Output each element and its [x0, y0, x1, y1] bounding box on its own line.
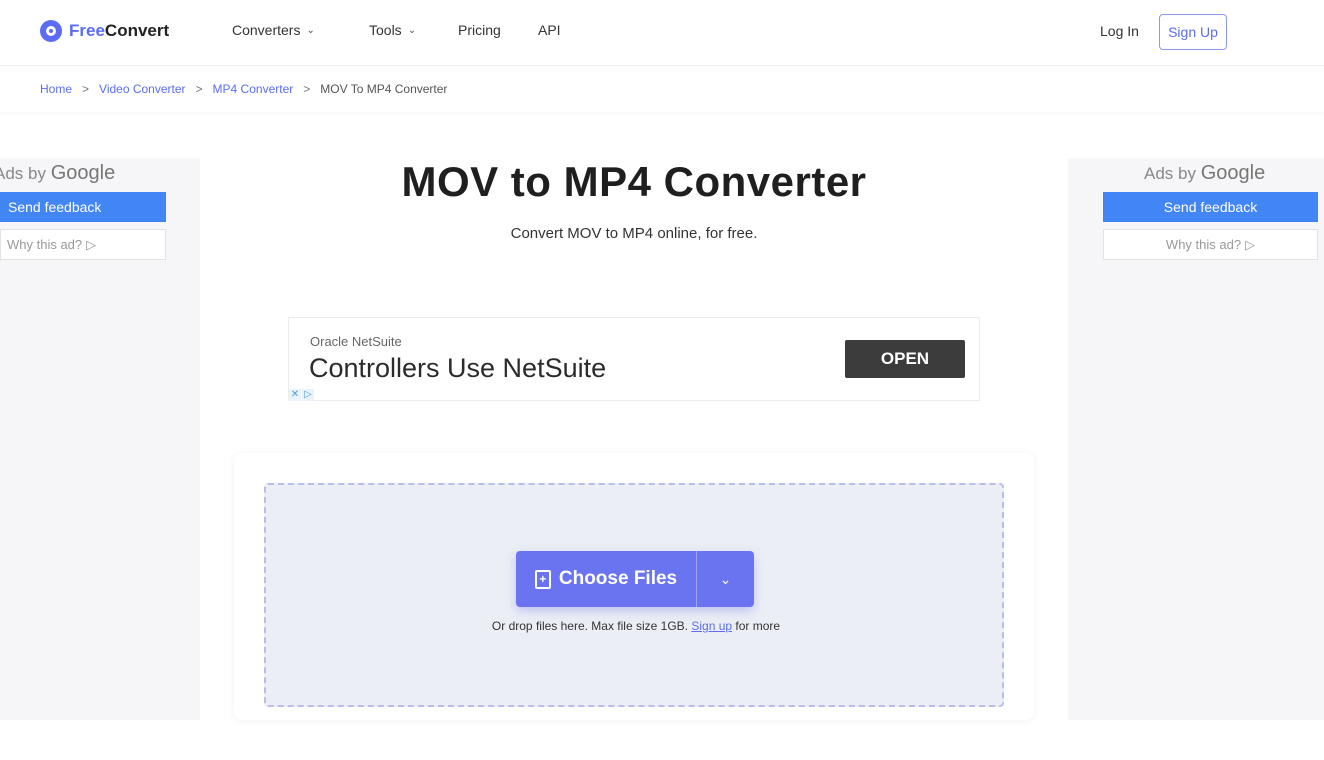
ad-info-icon[interactable]: ▷ [302, 389, 314, 401]
choose-files-button-group: + Choose Files ⌄ [516, 551, 754, 607]
left-side-ad: Ads by Google Send feedback Why this ad?… [0, 158, 200, 720]
breadcrumb-bar: Home > Video Converter > MP4 Converter >… [0, 66, 1324, 112]
nav-converters[interactable]: Converters ⌄ [232, 22, 315, 38]
right-side-ad: Ads by Google Send feedback Why this ad?… [1068, 158, 1324, 720]
chevron-down-icon: ⌄ [719, 570, 732, 587]
close-ad-icon[interactable]: ✕ [289, 389, 301, 401]
breadcrumb-mp4-converter[interactable]: MP4 Converter [213, 82, 294, 96]
chevron-down-icon: ⌄ [306, 24, 315, 36]
choose-files-button[interactable]: + Choose Files [516, 551, 696, 607]
breadcrumb: Home > Video Converter > MP4 Converter >… [40, 82, 447, 96]
ad-open-button[interactable]: OPEN [845, 340, 965, 378]
ad-headline[interactable]: Controllers Use NetSuite [309, 353, 606, 384]
logo-text-convert: Convert [104, 21, 170, 40]
nav-converters-label: Converters [232, 22, 301, 38]
breadcrumb-current: MOV To MP4 Converter [320, 82, 448, 96]
upload-card: + Choose Files ⌄ Or drop files here. Max… [234, 453, 1034, 720]
logo-icon [40, 20, 62, 42]
upload-source-dropdown[interactable]: ⌄ [697, 551, 754, 607]
page-title: MOV to MP4 Converter [401, 158, 867, 205]
chevron-down-icon: ⌄ [407, 24, 417, 36]
breadcrumb-separator: > [303, 82, 311, 96]
drop-hint: Or drop files here. Max file size 1GB. S… [266, 619, 1006, 633]
breadcrumb-video-converter[interactable]: Video Converter [99, 82, 186, 96]
nav-pricing[interactable]: Pricing [458, 22, 501, 38]
top-navbar: FreeConvert Converters ⌄ Tools ⌄ Pricing… [0, 0, 1324, 66]
freeconvert-logo[interactable]: FreeConvert [40, 20, 169, 42]
drop-hint-text: Or drop files here. Max file size 1GB. [491, 619, 688, 633]
center-banner-ad[interactable]: Oracle NetSuite Controllers Use NetSuite… [288, 317, 980, 401]
ad-advertiser: Oracle NetSuite [310, 334, 402, 349]
file-add-icon: + [534, 569, 551, 589]
breadcrumb-separator: > [195, 82, 203, 96]
login-link[interactable]: Log In [1100, 23, 1139, 39]
choose-files-label: Choose Files [558, 568, 678, 589]
ad-choices[interactable]: ✕ ▷ [289, 389, 314, 401]
logo-text-free: Free [69, 21, 105, 40]
page-subtitle: Convert MOV to MP4 online, for free. [510, 225, 758, 242]
nav-api-label: API [538, 22, 561, 38]
signup-button[interactable]: Sign Up [1159, 14, 1227, 50]
nav-tools-label: Tools [369, 22, 402, 38]
nav-tools[interactable]: Tools ⌄ [369, 22, 416, 38]
file-drop-zone[interactable]: + Choose Files ⌄ Or drop files here. Max… [264, 483, 1004, 707]
breadcrumb-home[interactable]: Home [40, 82, 72, 96]
breadcrumb-separator: > [82, 82, 90, 96]
nav-pricing-label: Pricing [458, 22, 501, 38]
signup-link[interactable]: Sign up [691, 619, 732, 633]
drop-hint-suffix: for more [735, 619, 781, 633]
nav-api[interactable]: API [538, 22, 561, 38]
